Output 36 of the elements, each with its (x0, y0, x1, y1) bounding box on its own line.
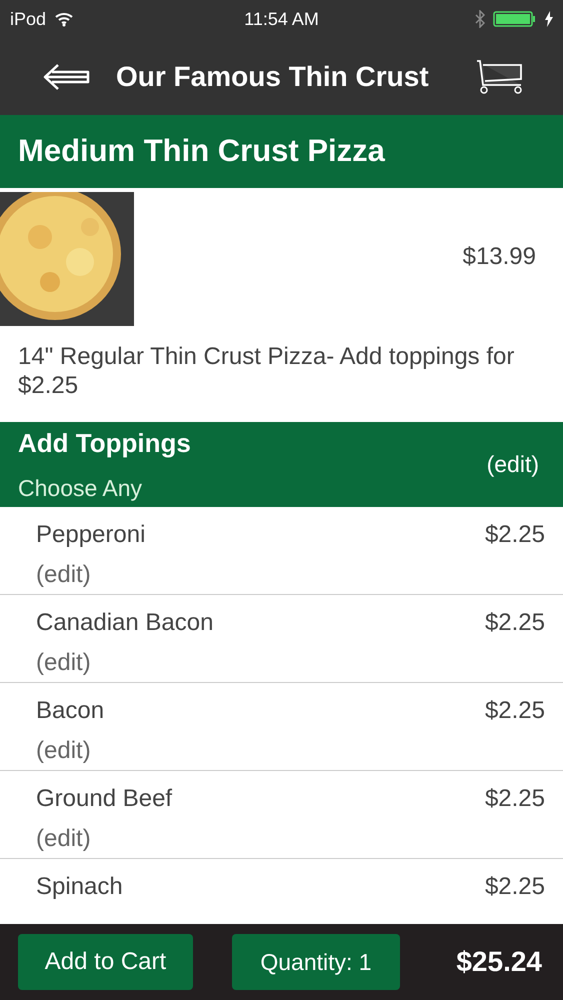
item-title: Medium Thin Crust Pizza (18, 132, 385, 170)
item-price: $13.99 (462, 242, 536, 272)
total-price: $25.24 (456, 945, 542, 979)
edit-link[interactable]: (edit) (36, 733, 104, 769)
topping-row[interactable]: Canadian Bacon (edit) $2.25 (0, 595, 563, 683)
carrier-label: iPod (10, 8, 46, 30)
edit-link[interactable]: (edit) (36, 645, 214, 681)
topping-name: Bacon (36, 696, 104, 726)
charging-icon (545, 11, 553, 27)
topping-price: $2.25 (484, 784, 545, 814)
topping-price: $2.25 (484, 872, 545, 902)
clock: 11:54 AM (244, 8, 319, 30)
add-to-cart-button[interactable]: Add to Cart (18, 934, 193, 990)
edit-link[interactable]: (edit) (36, 557, 146, 593)
quantity-button[interactable]: Quantity: 1 (232, 934, 400, 990)
topping-row[interactable]: Bacon (edit) $2.25 (0, 683, 563, 771)
item-description: 14" Regular Thin Crust Pizza- Add toppings for $2.25 (17, 342, 516, 401)
edit-link[interactable]: (edit) (36, 821, 172, 857)
nav-title: Our Famous Thin Crust (116, 60, 429, 94)
edit-link[interactable]: (edit) (486, 447, 539, 482)
topping-name: Spinach (36, 872, 123, 902)
battery-icon (493, 10, 537, 28)
wifi-icon (54, 11, 74, 27)
topping-name: Pepperoni (36, 520, 146, 550)
cart-icon[interactable] (475, 58, 525, 94)
topping-row[interactable]: Ground Beef (edit) $2.25 (0, 771, 563, 859)
topping-name: Canadian Bacon (36, 608, 214, 638)
back-arrow-icon[interactable] (42, 62, 92, 92)
toppings-subtitle: Choose Any (18, 474, 144, 503)
topping-row[interactable]: Pepperoni (edit) $2.25 (0, 507, 563, 595)
topping-price: $2.25 (484, 608, 545, 638)
bluetooth-icon (475, 10, 485, 28)
topping-price: $2.25 (484, 520, 545, 550)
toppings-title: Add Toppings (18, 426, 191, 460)
topping-price: $2.25 (484, 696, 545, 726)
topping-name: Ground Beef (36, 784, 172, 814)
